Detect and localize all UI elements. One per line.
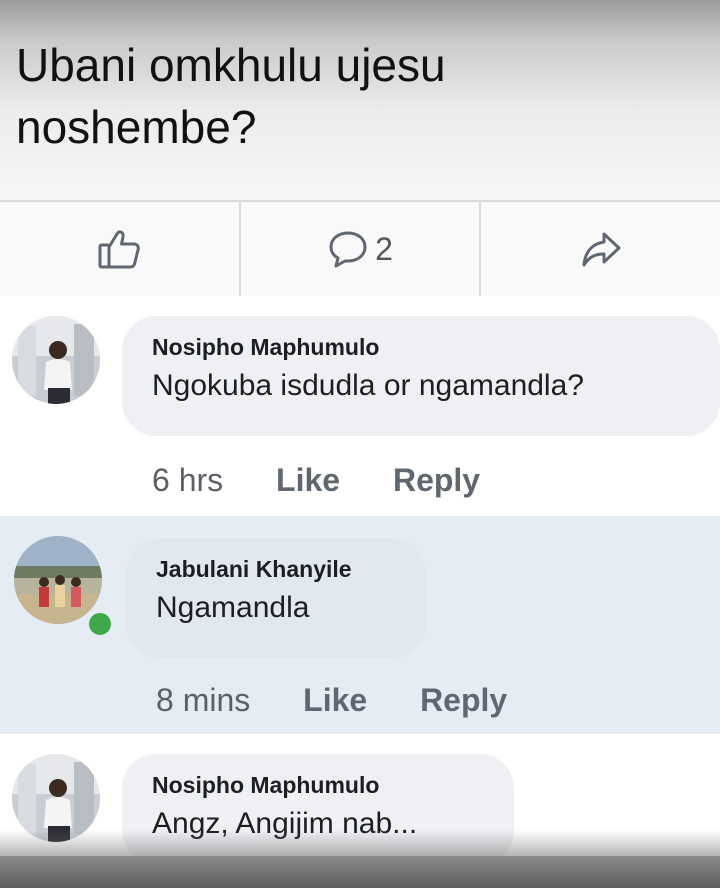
comment-text: Ngokuba isdudla or ngamandla?: [152, 369, 584, 402]
comment-icon: [329, 231, 367, 268]
thumbs-up-icon: [98, 230, 141, 269]
comment-author[interactable]: Jabulani Khanyile: [156, 556, 400, 583]
bottom-edge: [0, 856, 720, 888]
comment-author[interactable]: Nosipho Maphumulo: [152, 772, 488, 799]
online-status-indicator: [86, 610, 114, 638]
post-action-bar: 2: [0, 200, 720, 298]
comment-bubble: Nosipho Maphumulo Ngokuba isdudla or nga…: [122, 316, 720, 436]
comment-count: 2: [375, 230, 393, 267]
comment-item: Nosipho Maphumulo Ngokuba isdudla or nga…: [0, 296, 720, 516]
share-button[interactable]: [481, 202, 720, 296]
comment-like-link[interactable]: Like: [276, 462, 340, 498]
comment-meta: 8 mins Like Reply: [156, 682, 551, 719]
comment-text: Ngamandla: [156, 591, 310, 624]
comment-timestamp[interactable]: 8 mins: [156, 682, 250, 718]
comment-timestamp[interactable]: 6 hrs: [152, 462, 223, 498]
comment-like-link[interactable]: Like: [303, 682, 367, 718]
comment-item-highlighted: Jabulani Khanyile Ngamandla 8 mins Like …: [0, 516, 720, 734]
bottom-shadow: [0, 830, 720, 856]
avatar[interactable]: [14, 536, 102, 624]
like-button[interactable]: [0, 202, 241, 296]
share-icon: [582, 232, 621, 267]
comment-meta: 6 hrs Like Reply: [152, 462, 524, 499]
post-text: Ubani omkhulu ujesu noshembe?: [16, 39, 446, 153]
comment-button[interactable]: 2: [241, 202, 482, 296]
comment-reply-link[interactable]: Reply: [420, 682, 507, 718]
avatar[interactable]: [12, 754, 100, 842]
avatar[interactable]: [12, 316, 100, 404]
comment-reply-link[interactable]: Reply: [393, 462, 480, 498]
comment-author[interactable]: Nosipho Maphumulo: [152, 334, 694, 361]
comment-bubble: Jabulani Khanyile Ngamandla: [126, 538, 426, 658]
